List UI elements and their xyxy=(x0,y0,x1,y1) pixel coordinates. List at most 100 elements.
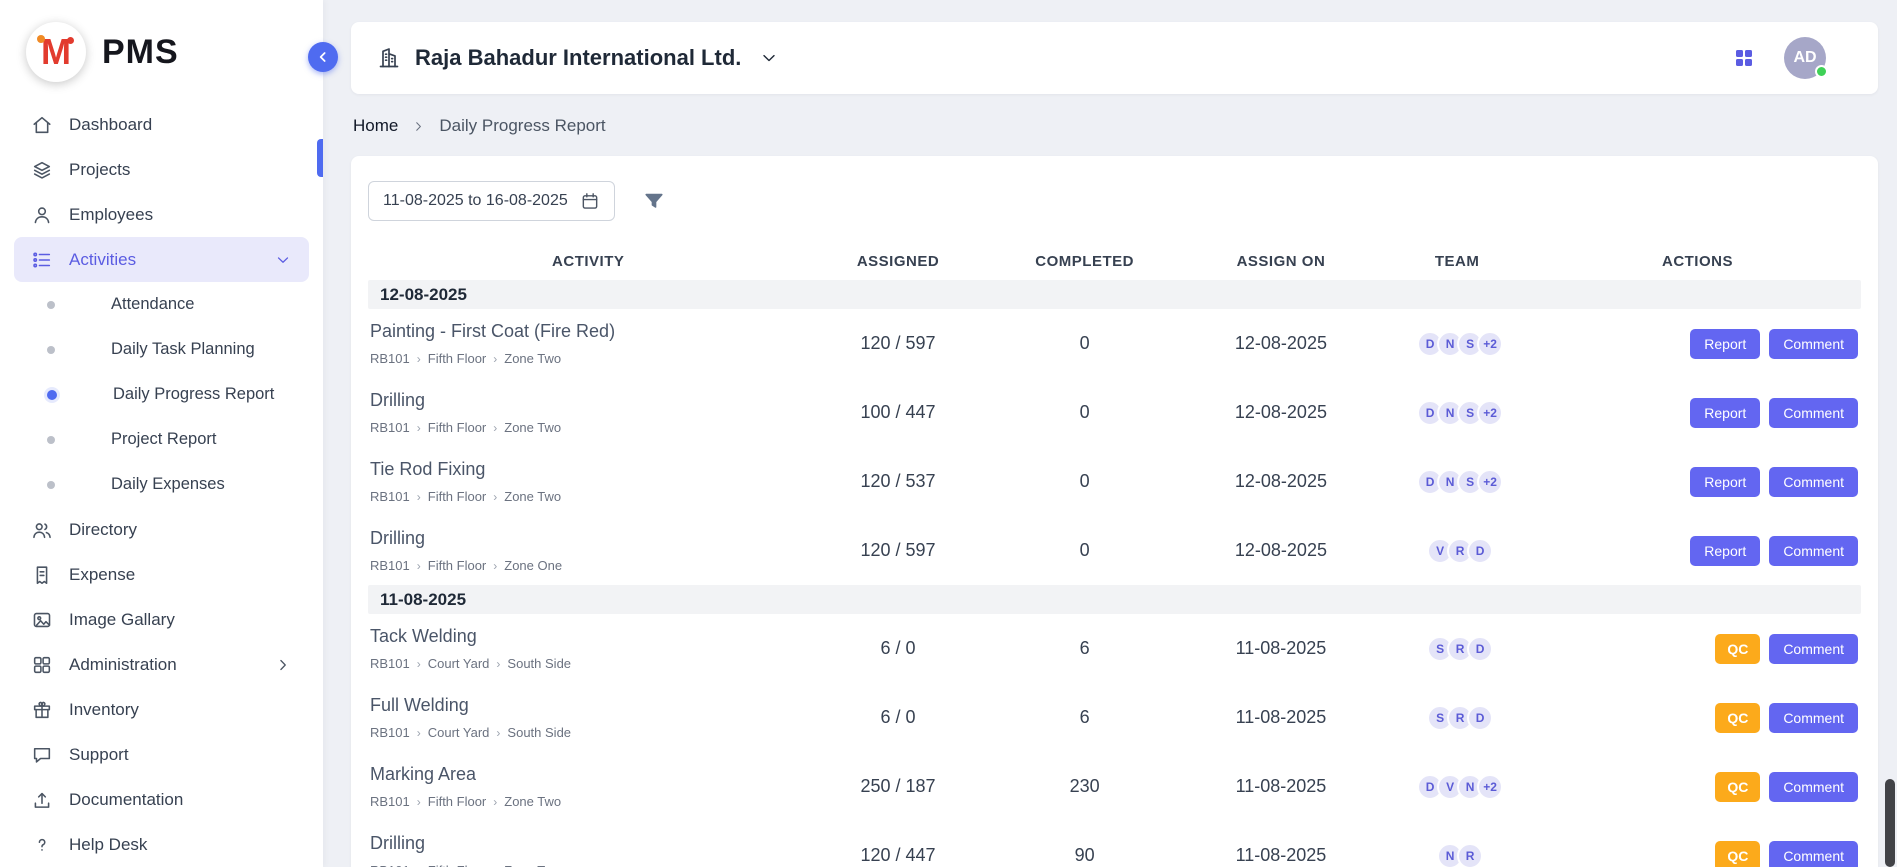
column-header-team: TEAM xyxy=(1380,253,1534,270)
comment-button[interactable]: Comment xyxy=(1769,329,1858,359)
comment-button[interactable]: Comment xyxy=(1769,536,1858,566)
sidebar-subitem-label: Attendance xyxy=(111,295,194,314)
sidebar-item-label: Help Desk xyxy=(69,835,292,855)
user-avatar[interactable]: AD xyxy=(1784,37,1826,79)
assigned-cell: 6 / 0 xyxy=(808,707,987,728)
sidebar-item-activities[interactable]: Activities xyxy=(14,237,309,282)
assign-on-cell: 12-08-2025 xyxy=(1182,540,1381,561)
chevron-right-icon: › xyxy=(493,353,497,365)
sidebar-subitem-project-report[interactable]: Project Report xyxy=(0,417,323,462)
report-button[interactable]: Report xyxy=(1690,467,1760,497)
activity-cell: Painting - First Coat (Fire Red)RB101›Fi… xyxy=(368,321,808,366)
sidebar-item-administration[interactable]: Administration xyxy=(14,642,309,687)
team-avatar[interactable]: +2 xyxy=(1477,774,1503,800)
sidebar-item-support[interactable]: Support xyxy=(14,732,309,777)
comment-button[interactable]: Comment xyxy=(1769,634,1858,664)
team-avatar[interactable]: R xyxy=(1457,843,1483,867)
sidebar-item-employees[interactable]: Employees xyxy=(14,192,309,237)
bullet-icon xyxy=(47,301,55,309)
sidebar-item-label: Employees xyxy=(69,205,292,225)
company-name: Raja Bahadur International Ltd. xyxy=(415,45,741,71)
table-row: Marking AreaRB101›Fifth Floor›Zone Two25… xyxy=(368,752,1861,821)
assign-on-cell: 11-08-2025 xyxy=(1182,638,1381,659)
sidebar-item-dashboard[interactable]: Dashboard xyxy=(14,102,309,147)
team-avatar[interactable]: D xyxy=(1467,705,1493,731)
comment-button[interactable]: Comment xyxy=(1769,467,1858,497)
completed-cell: 230 xyxy=(988,776,1182,797)
path-segment: RB101 xyxy=(370,351,410,366)
team-avatar[interactable]: +2 xyxy=(1477,331,1503,357)
table-row: Painting - First Coat (Fire Red)RB101›Fi… xyxy=(368,309,1861,378)
app-logo[interactable]: M PMS xyxy=(0,0,323,102)
completed-cell: 90 xyxy=(988,845,1182,866)
sidebar-item-projects[interactable]: Projects xyxy=(14,147,309,192)
comment-button[interactable]: Comment xyxy=(1769,398,1858,428)
report-button[interactable]: Report xyxy=(1690,329,1760,359)
sidebar-subitem-daily-expenses[interactable]: Daily Expenses xyxy=(0,462,323,507)
comment-button[interactable]: Comment xyxy=(1769,841,1858,867)
path-segment: Zone Two xyxy=(504,420,561,435)
sidebar-item-help-desk[interactable]: Help Desk xyxy=(14,822,309,867)
table-body: 12-08-2025Painting - First Coat (Fire Re… xyxy=(368,280,1861,867)
sidebar-item-documentation[interactable]: Documentation xyxy=(14,777,309,822)
qc-button[interactable]: QC xyxy=(1715,841,1760,867)
breadcrumb: Home Daily Progress Report xyxy=(353,116,1876,136)
scrollbar-thumb[interactable] xyxy=(1885,779,1895,867)
path-segment: RB101 xyxy=(370,725,410,740)
team-cell: SRD xyxy=(1380,705,1534,731)
breadcrumb-home[interactable]: Home xyxy=(353,116,398,136)
path-segment: RB101 xyxy=(370,656,410,671)
date-range-input[interactable]: 11-08-2025 to 16-08-2025 xyxy=(368,181,615,221)
completed-cell: 0 xyxy=(988,402,1182,423)
team-avatar[interactable]: D xyxy=(1467,636,1493,662)
qc-button[interactable]: QC xyxy=(1715,634,1760,664)
sidebar-item-expense[interactable]: Expense xyxy=(14,552,309,597)
team-avatar[interactable]: +2 xyxy=(1477,400,1503,426)
apps-grid-icon[interactable] xyxy=(1732,46,1756,70)
path-segment: Fifth Floor xyxy=(428,351,487,366)
actions-cell: QC Comment xyxy=(1534,634,1861,664)
sidebar-item-image-gallary[interactable]: Image Gallary xyxy=(14,597,309,642)
comment-button[interactable]: Comment xyxy=(1769,772,1858,802)
sidebar-item-directory[interactable]: Directory xyxy=(14,507,309,552)
qc-button[interactable]: QC xyxy=(1715,703,1760,733)
administration-icon xyxy=(31,654,53,676)
date-range-value: 11-08-2025 to 16-08-2025 xyxy=(383,192,568,210)
sidebar-subitem-label: Daily Expenses xyxy=(111,475,225,494)
filter-funnel-icon[interactable] xyxy=(643,190,665,212)
sidebar-collapse-button[interactable] xyxy=(308,42,338,72)
sidebar-item-label: Support xyxy=(69,745,292,765)
actions-cell: Report Comment xyxy=(1534,398,1861,428)
assign-on-cell: 11-08-2025 xyxy=(1182,845,1381,866)
assigned-cell: 250 / 187 xyxy=(808,776,987,797)
qc-button[interactable]: QC xyxy=(1715,772,1760,802)
actions-cell: QC Comment xyxy=(1534,772,1861,802)
team-cell: VRD xyxy=(1380,538,1534,564)
report-button[interactable]: Report xyxy=(1690,398,1760,428)
company-selector[interactable]: Raja Bahadur International Ltd. xyxy=(377,45,779,71)
sidebar-subitem-attendance[interactable]: Attendance xyxy=(0,282,323,327)
directory-icon xyxy=(31,519,53,541)
filter-row: 11-08-2025 to 16-08-2025 xyxy=(368,180,1861,222)
team-avatar[interactable]: +2 xyxy=(1477,469,1503,495)
building-icon xyxy=(377,46,401,70)
chevron-right-icon: › xyxy=(493,491,497,503)
activity-path: RB101›Fifth Floor›Zone Two xyxy=(370,794,808,809)
sidebar-subitem-daily-progress-report[interactable]: Daily Progress Report xyxy=(0,372,323,417)
sidebar-item-inventory[interactable]: Inventory xyxy=(14,687,309,732)
table-row: DrillingRB101›Fifth Floor›Zone One120 / … xyxy=(368,516,1861,585)
assign-on-cell: 12-08-2025 xyxy=(1182,333,1381,354)
chevron-right-icon: › xyxy=(417,658,421,670)
report-button[interactable]: Report xyxy=(1690,536,1760,566)
assigned-cell: 100 / 447 xyxy=(808,402,987,423)
completed-cell: 6 xyxy=(988,707,1182,728)
sidebar-item-label: Administration xyxy=(69,655,258,675)
assigned-cell: 6 / 0 xyxy=(808,638,987,659)
sidebar-subitem-daily-task-planning[interactable]: Daily Task Planning xyxy=(0,327,323,372)
assigned-cell: 120 / 447 xyxy=(808,845,987,866)
team-avatar[interactable]: D xyxy=(1467,538,1493,564)
completed-cell: 0 xyxy=(988,471,1182,492)
comment-button[interactable]: Comment xyxy=(1769,703,1858,733)
documentation-icon xyxy=(31,789,53,811)
sidebar-item-label: Activities xyxy=(69,250,258,270)
